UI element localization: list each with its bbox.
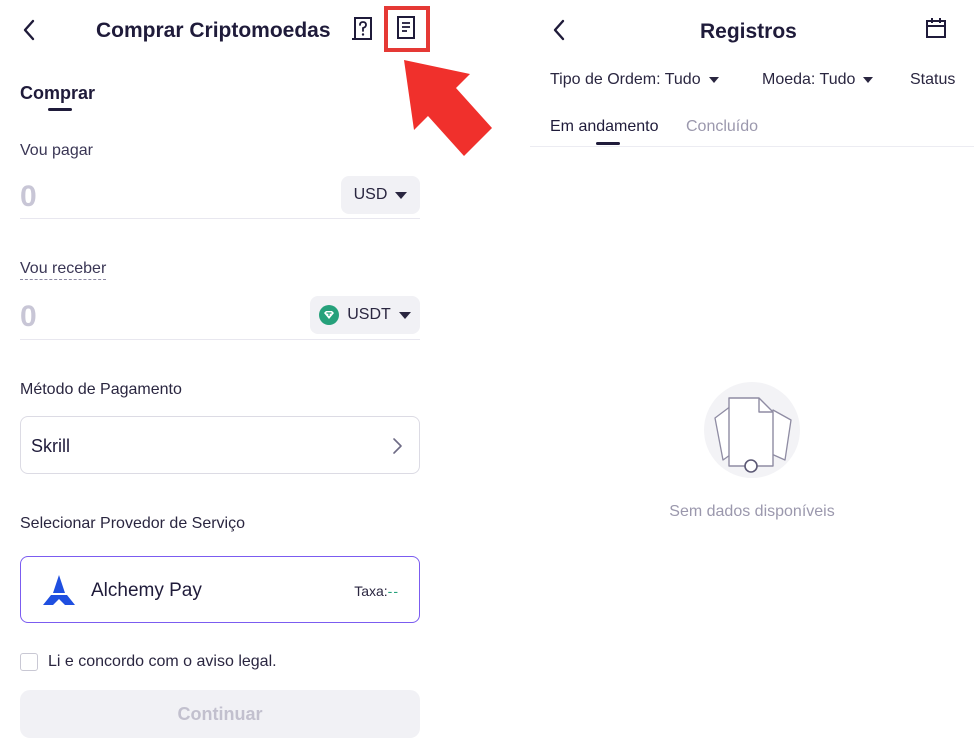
provider-name: Alchemy Pay (91, 580, 202, 601)
chevron-down-icon (398, 311, 411, 319)
filter-order-type[interactable]: Tipo de Ordem: Tudo (550, 71, 719, 89)
receive-label[interactable]: Vou receber (20, 260, 107, 280)
fee-value: -- (387, 583, 399, 599)
tab-completed[interactable]: Concluído (686, 118, 758, 136)
continue-button[interactable]: Continuar (20, 690, 420, 738)
provider-fee: Taxa:-- (354, 583, 399, 599)
tab-underline (48, 108, 72, 111)
records-screen: Registros Tipo de Ordem: Tudo Moeda: Tud… (530, 0, 974, 750)
red-arrow-annotation (404, 60, 492, 156)
tab-in-progress[interactable]: Em andamento (550, 118, 659, 136)
chevron-right-icon (393, 438, 402, 454)
records-icon[interactable] (393, 14, 419, 42)
chevron-down-icon (395, 191, 408, 199)
provider-label: Selecionar Provedor de Serviço (20, 515, 246, 532)
payment-method-label: Método de Pagamento (20, 381, 182, 398)
page-title: Comprar Criptomoedas (96, 19, 331, 42)
filter-currency[interactable]: Moeda: Tudo (762, 71, 874, 89)
receive-currency-label: USDT (347, 306, 391, 323)
tab-buy[interactable]: Comprar (20, 83, 95, 104)
pay-currency-label: USD (353, 186, 388, 203)
legal-agreement-text[interactable]: Li e concordo com o aviso legal. (48, 653, 277, 671)
pay-label: Vou pagar (20, 142, 93, 159)
usdt-icon (319, 305, 340, 325)
tab-underline (596, 142, 620, 145)
filter-label: Status (910, 71, 956, 88)
empty-state-text: Sem dados disponíveis (669, 503, 835, 520)
filter-label: Moeda: Tudo (762, 71, 856, 88)
pay-amount-input[interactable]: 0 (20, 180, 37, 214)
receive-currency-select[interactable]: USDT (310, 296, 420, 334)
pay-currency-select[interactable]: USD (341, 176, 420, 214)
fee-label: Taxa: (354, 583, 388, 599)
alchemy-pay-logo (43, 575, 75, 605)
back-icon[interactable] (544, 15, 574, 45)
divider (530, 146, 974, 147)
chevron-down-icon (863, 77, 874, 83)
chevron-down-icon (708, 77, 719, 83)
payment-method-select[interactable]: Skrill (20, 416, 420, 474)
receive-amount-input[interactable]: 0 (20, 300, 37, 334)
empty-document-icon (704, 382, 800, 478)
divider (20, 339, 420, 340)
buy-crypto-screen: Comprar Criptomoedas Comprar Vou pagar 0… (0, 0, 492, 750)
legal-checkbox[interactable] (20, 653, 38, 671)
receive-label-wrap: Vou receber (20, 260, 107, 280)
provider-option[interactable]: Alchemy Pay Taxa:-- (20, 556, 420, 623)
payment-method-value: Skrill (31, 436, 70, 456)
calendar-icon[interactable] (925, 17, 947, 39)
help-icon[interactable] (351, 16, 375, 42)
filter-status[interactable]: Status (910, 71, 955, 89)
page-title: Registros (700, 20, 797, 43)
back-icon[interactable] (14, 15, 44, 45)
divider (20, 218, 420, 219)
filter-label: Tipo de Ordem: Tudo (550, 71, 701, 88)
